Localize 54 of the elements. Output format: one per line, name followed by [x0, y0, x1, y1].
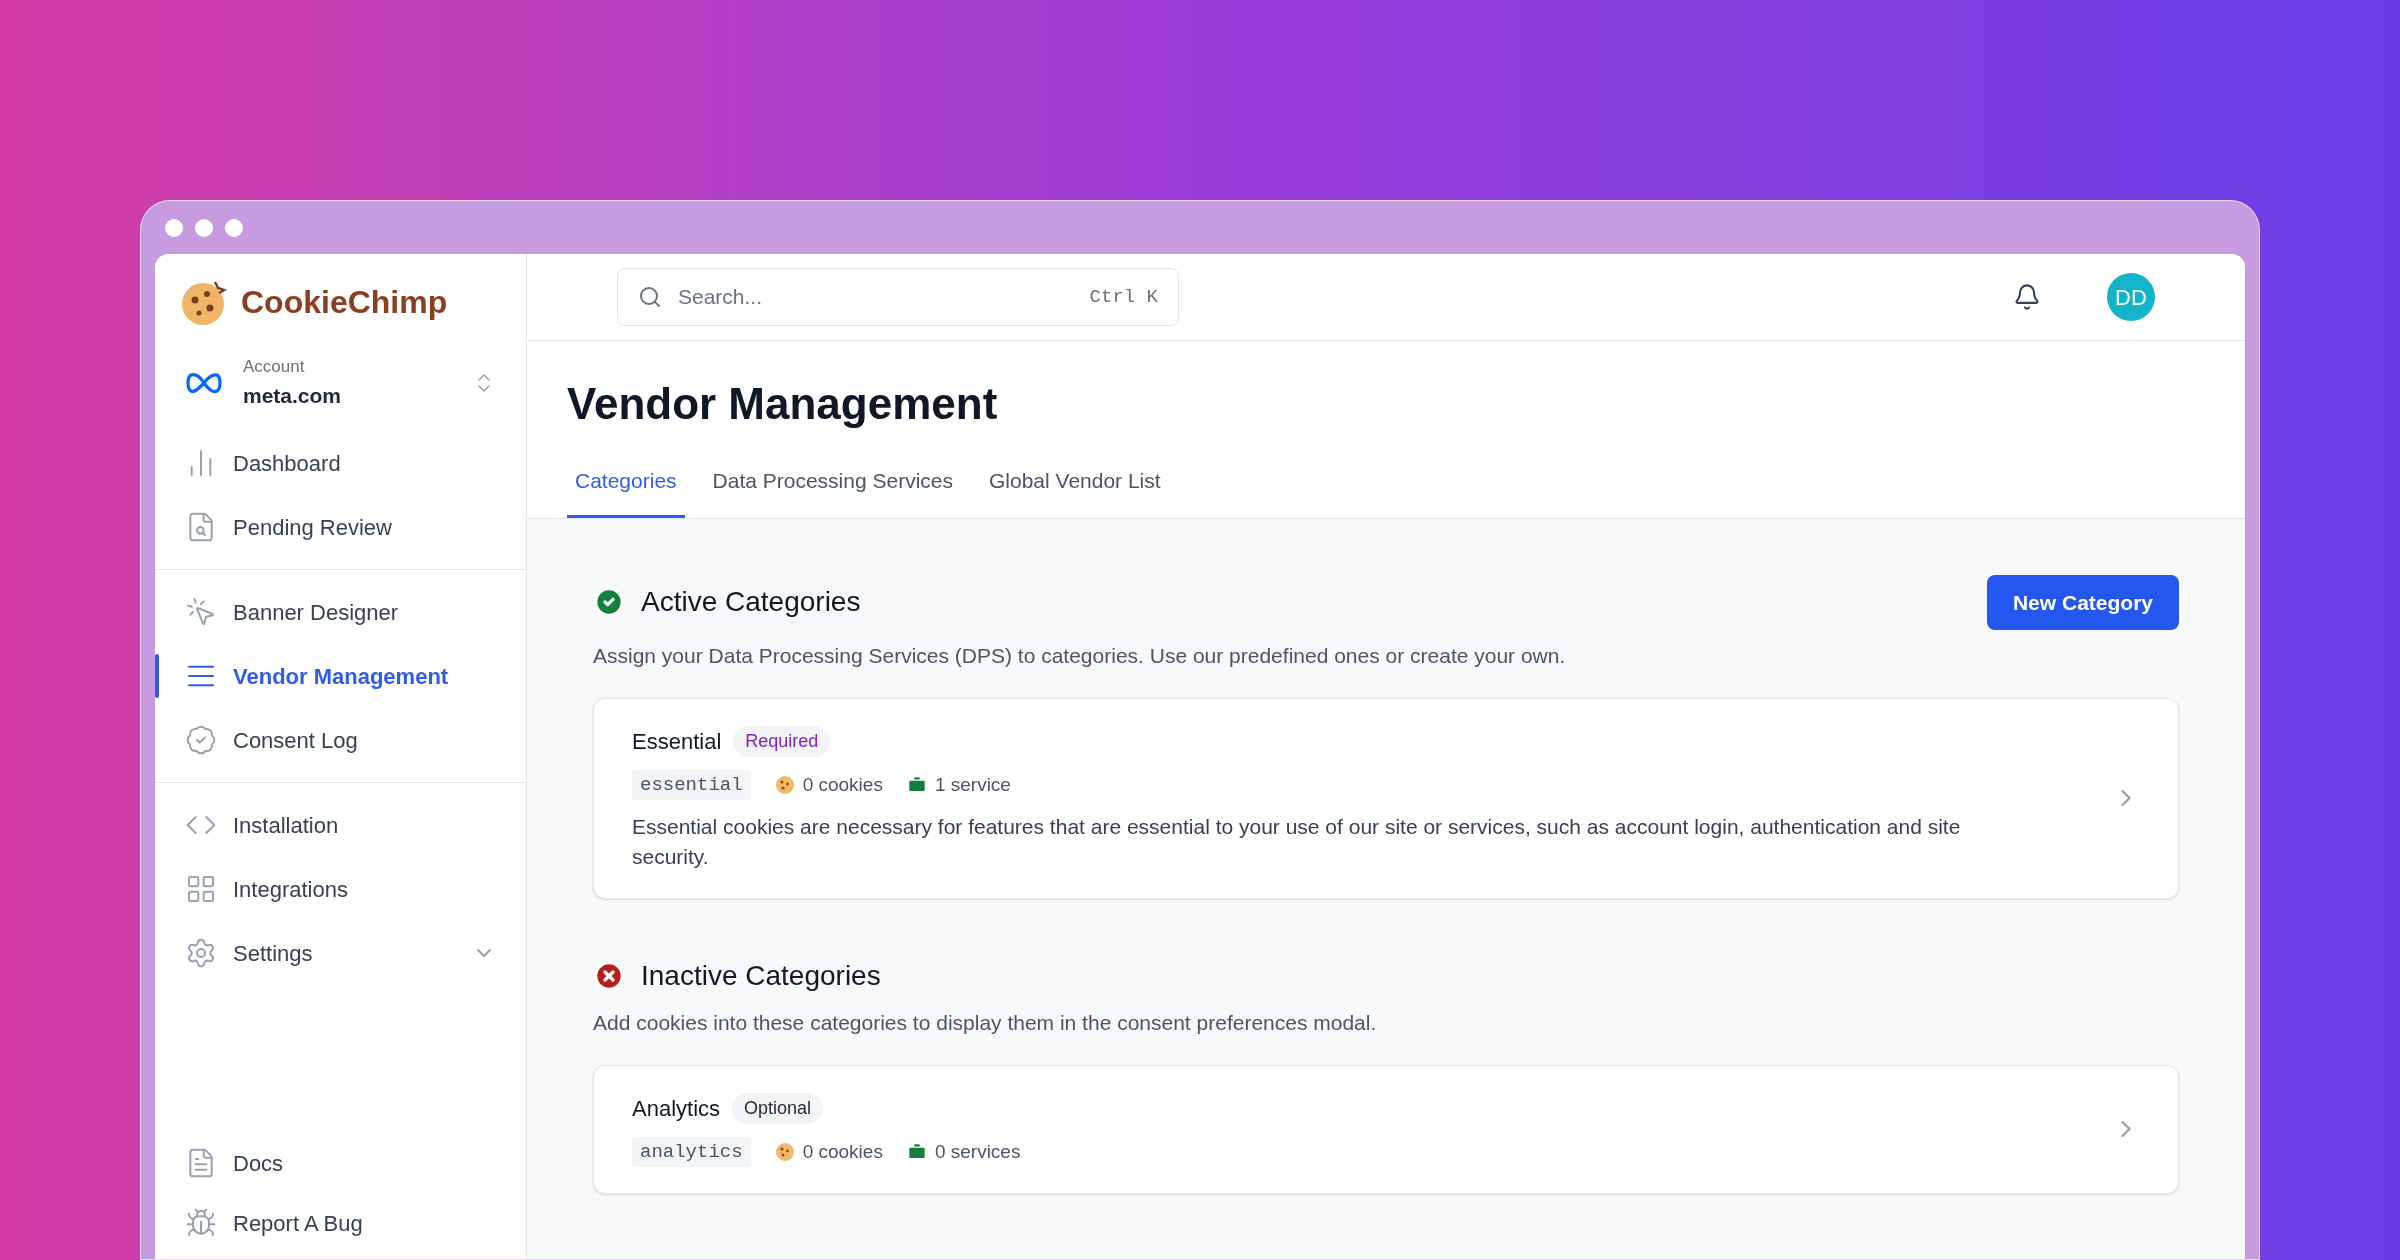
category-card[interactable] [593, 697, 2179, 899]
sidebar-item[interactable]: Banner Designer [155, 580, 526, 644]
x-circle-icon [593, 960, 625, 992]
cookie-icon [774, 1141, 795, 1162]
category-slug: essential [632, 769, 751, 800]
settings-icon [185, 937, 217, 969]
page-title: Vendor Management [567, 378, 999, 430]
briefcase-icon [906, 774, 927, 795]
sidebar-item[interactable]: Pending Review [155, 495, 526, 559]
sidebar-link[interactable]: Docs [155, 1133, 526, 1193]
section-description: Add cookies into these categories to display them in the consent preferences modal. [593, 1010, 1378, 1036]
category-badge: Optional [732, 1092, 824, 1124]
cookie-count: 0 cookies [802, 772, 883, 797]
tab[interactable]: Categories [567, 457, 685, 518]
grid-icon [185, 873, 217, 905]
category-name: Essential [632, 727, 722, 756]
section-title: Active Categories [641, 585, 862, 620]
account-label: Account [243, 356, 306, 378]
sidebar-item[interactable]: Installation [155, 793, 526, 857]
search-icon [638, 285, 662, 309]
search-bar[interactable]: Search... Ctrl K [617, 268, 1179, 326]
category-badge: Required [733, 725, 831, 757]
shortcut-hint: Ctrl K [1089, 284, 1158, 310]
infinity-logo-icon [185, 371, 223, 394]
account-name: meta.com [243, 382, 343, 409]
sidebar-item[interactable]: Dashboard [155, 431, 526, 495]
service-count: 1 service [934, 772, 1011, 797]
cursor-click-icon [185, 596, 217, 628]
check-circle-icon [593, 586, 625, 619]
sidebar-item[interactable]: Vendor Management [155, 644, 526, 708]
section-title: Inactive Categories [641, 959, 882, 993]
bug-icon [185, 1207, 217, 1239]
tab[interactable]: Data Processing Services [704, 457, 961, 518]
sidebar-item[interactable]: Settings [155, 921, 526, 985]
category-name: Analytics [632, 1094, 721, 1123]
search-field[interactable]: Search... [678, 281, 1074, 313]
sidebar-link[interactable]: Report A Bug [155, 1193, 526, 1253]
cookie-count: 0 cookies [802, 1139, 883, 1164]
category-slug: analytics [632, 1136, 751, 1167]
category-description: Essential cookies are necessary for features that are essential to your use of our site or services, such as account login, authentication and site security. [632, 814, 1962, 870]
check-badge-icon [185, 724, 217, 756]
brand-name: CookieChimp [241, 283, 448, 322]
account-switcher[interactable]: Account meta.com [155, 344, 526, 421]
sidebar-item[interactable]: Consent Log [155, 708, 526, 772]
notifications-icon[interactable] [2013, 283, 2041, 311]
section-description: Assign your Data Processing Services (DPS) to categories. Use our predefined ones or create your own. [593, 643, 1567, 669]
cookie-icon [774, 774, 795, 795]
briefcase-icon [906, 1141, 927, 1162]
sidebar-item[interactable]: Integrations [155, 857, 526, 921]
category-card[interactable]: Analytics Optional analytics 0 cookies 0 services [593, 1064, 2179, 1194]
new-category-button[interactable]: New Category [1986, 574, 2179, 630]
active-indicator [155, 654, 159, 698]
service-count: 0 services [934, 1139, 1021, 1164]
tab[interactable]: Global Vendor List [981, 457, 1169, 518]
